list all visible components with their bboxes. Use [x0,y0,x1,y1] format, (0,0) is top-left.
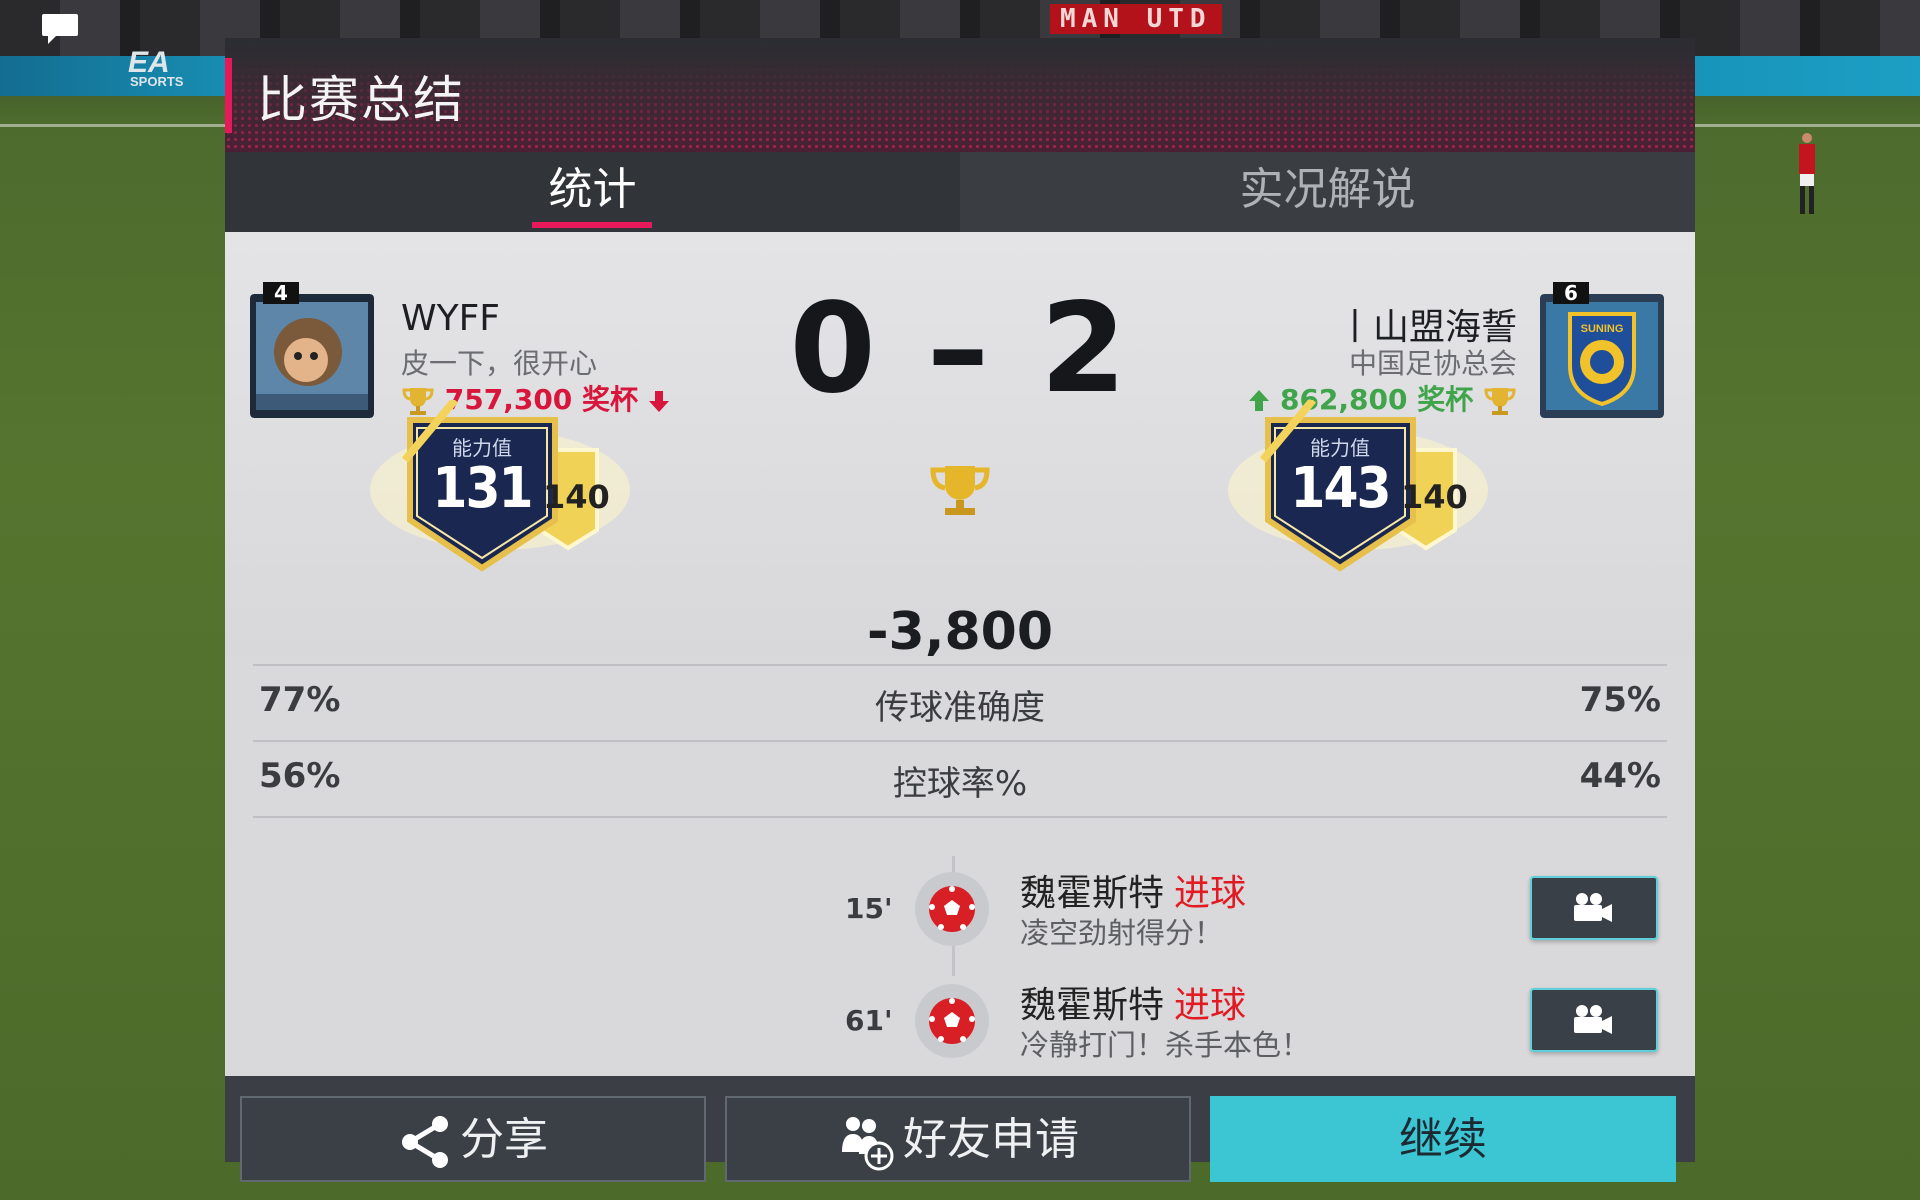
tab-stats[interactable]: 统计 [225,152,960,232]
goal-tag: 进球 [1174,985,1247,1026]
stat-label: 传球准确度 [875,688,1045,728]
trophy-icon [930,466,990,515]
stat-away-value: 75% [1579,680,1661,720]
soccer-ball-icon [929,998,975,1044]
header-accent-bar [225,58,232,133]
chat-bubble-icon [42,14,78,44]
add-friend-icon [842,1117,894,1171]
ea-sports-text: SPORTS [130,74,184,89]
away-team-subtitle: 中国足协总会 [1348,347,1517,380]
home-rating-shield: 能力值 131 140 [365,400,635,580]
stat-row-pass-accuracy: 77% 传球准确度 75% [253,664,1667,740]
home-team-subtitle: 皮一下，很开心 [401,347,598,380]
goal-scorer: 魏霍斯特 进球 [1020,864,1246,916]
away-badge-text: SUNING [1581,323,1624,335]
friend-request-label: 好友申请 [903,1114,1079,1165]
arrow-down-icon [648,391,669,412]
goal-description: 冷静打门！杀手本色！ [1020,1028,1311,1062]
goal-description: 凌空劲射得分！ [1020,916,1224,950]
stat-label: 控球率% [892,764,1028,804]
home-level-badge: 4 [263,282,299,304]
home-rating-side: 140 [543,478,610,516]
background-player [1799,133,1815,214]
score-summary: 4 WYFF 皮一下，很开心 757,300 奖杯 SUNING 6 丨山盟海誓… [225,232,1695,660]
away-level-badge: 6 [1553,282,1589,304]
match-summary-dialog: 比赛总结 统计 实况解说 4 WYFF 皮一下，很开心 757,300 奖杯 S… [225,38,1695,1182]
goal-scorer: 魏霍斯特 进球 [1020,976,1246,1028]
away-rating-shield: 能力值 143 140 [1223,400,1493,580]
tab-commentary[interactable]: 实况解说 [960,152,1695,232]
stadium-banner: MAN UTD [1050,4,1222,34]
goal-minute: 15' [845,892,893,925]
home-rating-value: 131 [432,456,533,521]
share-icon [402,1116,448,1168]
away-rating-value: 143 [1290,456,1391,521]
goal-player-name: 魏霍斯特 [1020,985,1165,1026]
dialog-header: 比赛总结 [225,38,1695,152]
goal-player-name: 魏霍斯特 [1020,873,1165,914]
match-score: 0 – 2 [789,277,1131,421]
away-rating-side: 140 [1401,478,1468,516]
replay-goal-button[interactable] [1530,988,1658,1052]
video-camera-icon [1574,893,1612,922]
away-club-badge[interactable]: SUNING [1540,294,1664,418]
replay-goal-button[interactable] [1530,876,1658,940]
divider [253,816,1667,818]
goal-minute: 61' [845,1004,893,1037]
chat-button[interactable] [40,12,80,46]
goal-event [915,872,989,946]
trophy-change: -3,800 [866,602,1054,662]
friend-request-button[interactable]: 好友申请 [725,1096,1191,1182]
stat-away-value: 44% [1579,756,1661,796]
match-stats: 77% 传球准确度 75% 56% 控球率% 44% 15' 魏霍斯特 进球 凌空… [225,656,1695,1076]
home-avatar[interactable] [250,294,374,418]
page-title: 比赛总结 [257,71,465,129]
soccer-ball-icon [929,886,975,932]
home-team-name: WYFF [401,298,500,339]
active-tab-indicator [532,222,652,228]
video-camera-icon [1574,1005,1612,1034]
goal-event [915,984,989,1058]
stat-row-possession: 56% 控球率% 44% [253,740,1667,816]
tab-bar: 统计 实况解说 [225,152,1695,232]
goal-tag: 进球 [1174,873,1247,914]
share-button[interactable]: 分享 [240,1096,706,1182]
dialog-footer: 分享 好友申请 继续 [225,1076,1695,1182]
share-label: 分享 [460,1114,548,1165]
continue-button[interactable]: 继续 [1210,1096,1676,1182]
